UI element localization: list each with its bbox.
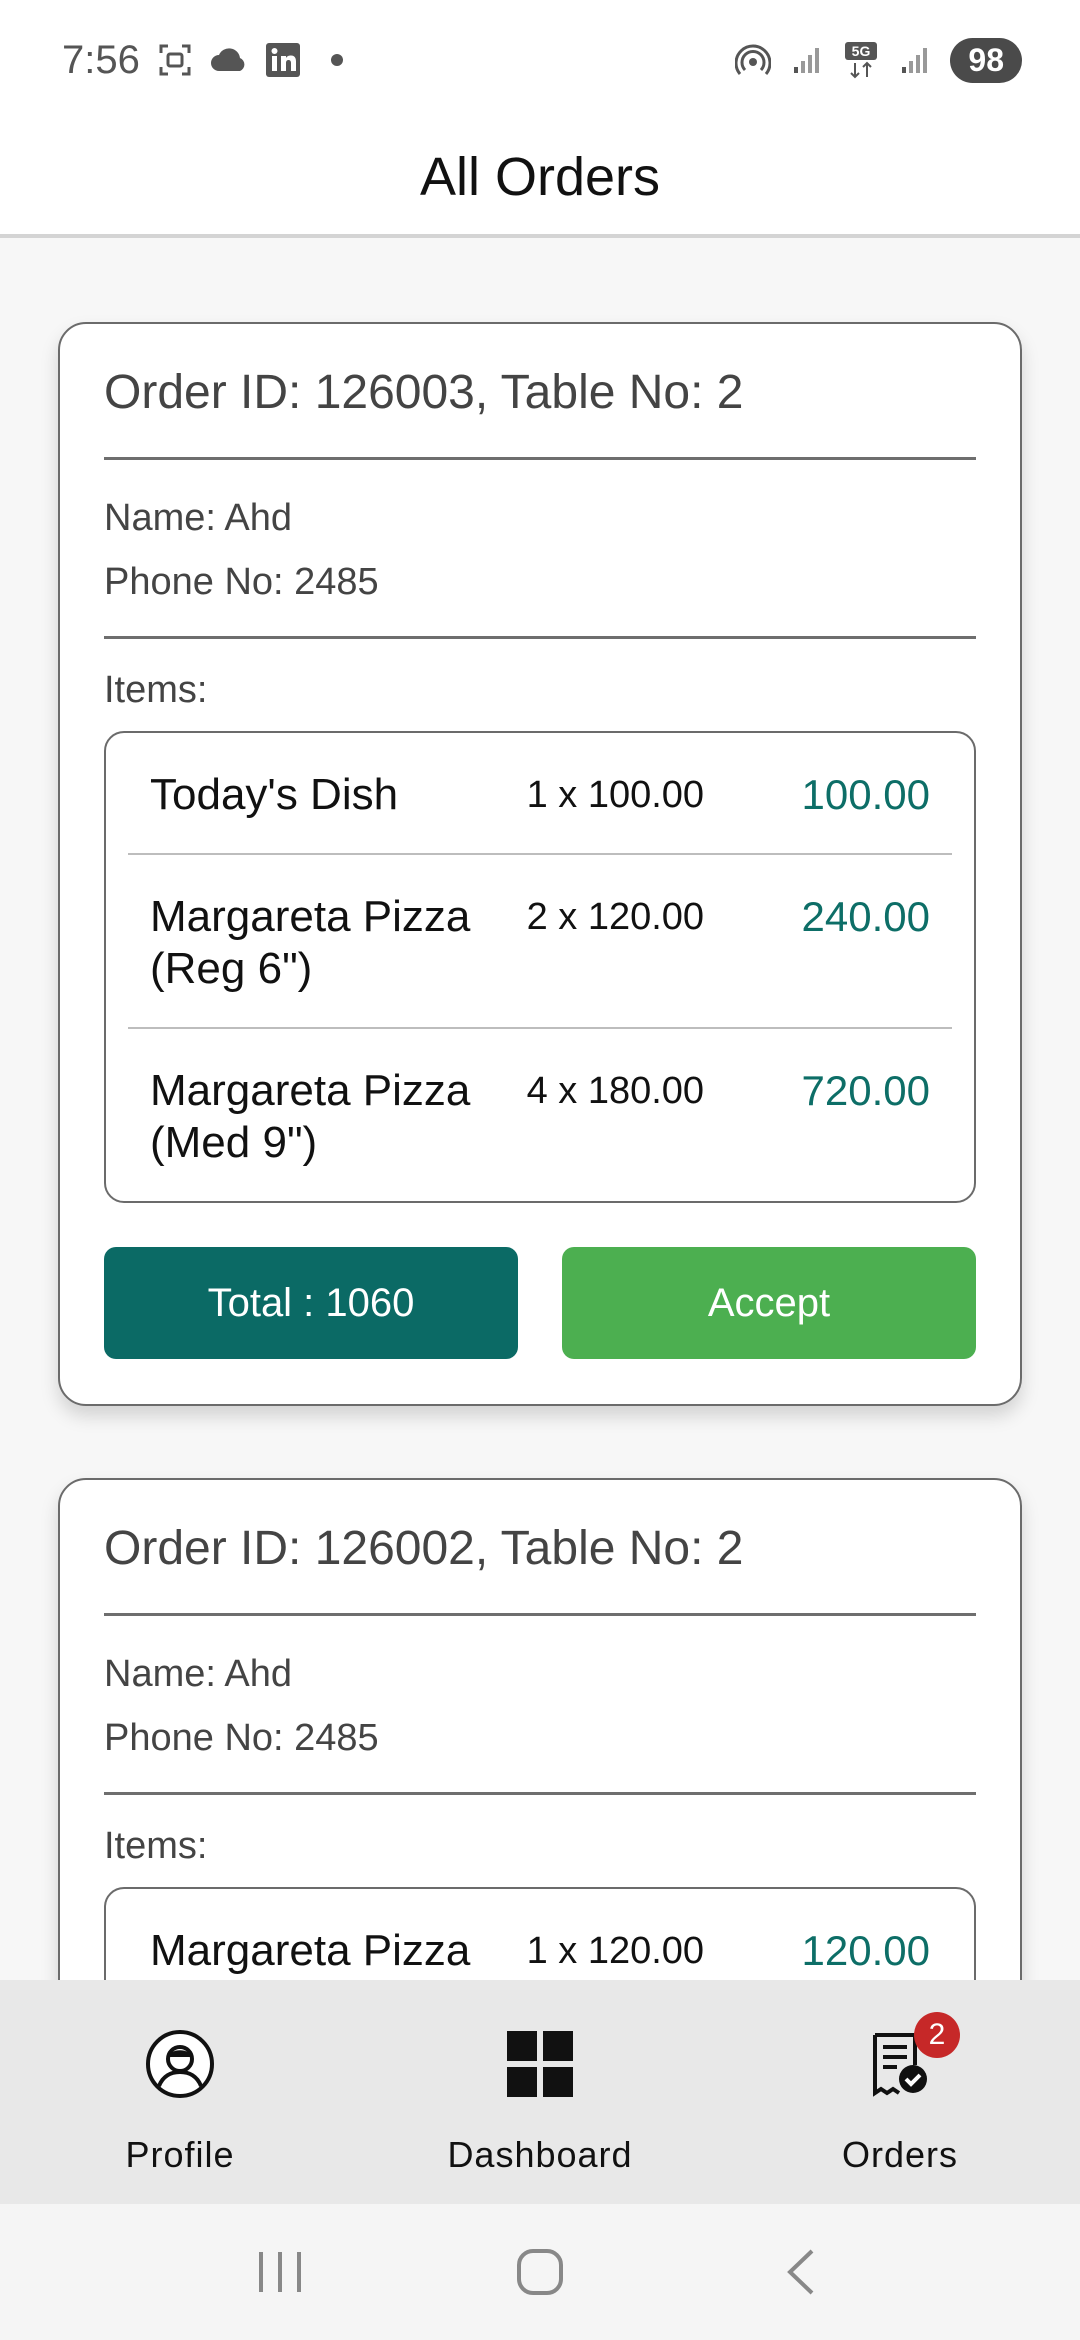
item-quantity: 1 x 120.00 [526,1930,705,1972]
recents-icon [259,2252,301,2292]
item-amount: 100.00 [801,771,930,818]
signal-icon [788,41,826,79]
dashboard-icon [500,2024,580,2104]
nav-orders-label: Orders [841,2134,959,2175]
item-name: Margareta Pizza (Med 9") [150,1066,471,1167]
nav-orders[interactable]: 2 Orders [720,1980,1080,2204]
orders-list[interactable]: Order ID: 126003, Table No: 2 Name: Ahd … [0,242,1080,1980]
order-card: Order ID: 126003, Table No: 2 Name: Ahd … [58,322,1022,1406]
status-time: 7:56 [62,37,140,82]
back-button[interactable] [765,2237,835,2307]
item-row: Margareta Pizza (Reg 6") 2 x 120.00 240.… [128,855,952,1029]
item-name: Margareta Pizza (Reg 6") [150,1926,471,1980]
item-name: Today's Dish [150,770,399,819]
screenshot-icon [156,41,194,79]
battery-level: 98 [950,37,1022,83]
customer-name: Name: Ahd [104,1653,292,1695]
customer-info: Name: Ahd Phone No: 2485 [104,1616,976,1795]
item-amount: 720.00 [801,1067,930,1114]
5g-icon: 5G [842,41,880,79]
item-quantity: 4 x 180.00 [526,1070,705,1112]
nav-profile-label: Profile [125,2134,235,2175]
status-left: 7:56 [62,38,356,83]
items-box: Margareta Pizza (Reg 6") 1 x 120.00 120.… [104,1887,976,1980]
status-bar: 7:56 5G 98 [0,0,1080,120]
home-icon [517,2249,563,2295]
items-label: Items: [104,1825,208,1867]
status-right: 5G 98 [734,37,1022,83]
item-row: Margareta Pizza (Reg 6") 1 x 120.00 120.… [128,1889,952,1980]
customer-phone: Phone No: 2485 [104,561,379,603]
system-nav [0,2204,1080,2340]
svg-text:5G: 5G [852,43,871,59]
customer-name: Name: Ahd [104,497,292,539]
item-row: Margareta Pizza (Med 9") 4 x 180.00 720.… [128,1029,952,1201]
item-name: Margareta Pizza (Reg 6") [150,892,471,993]
items-label: Items: [104,669,208,711]
hotspot-icon [734,41,772,79]
app-header: All Orders [0,120,1080,238]
items-box: Today's Dish 1 x 100.00 100.00 Margareta… [104,731,976,1203]
recents-button[interactable] [245,2237,315,2307]
page-title: All Orders [419,147,661,207]
nav-dashboard-label: Dashboard [447,2134,633,2175]
nav-profile[interactable]: Profile [0,1980,360,2204]
accept-button[interactable]: Accept [562,1247,976,1359]
item-amount: 240.00 [801,893,930,940]
bottom-nav: Profile Dashboard 2 Orders [0,1980,1080,2204]
item-amount: 120.00 [801,1927,930,1974]
customer-phone: Phone No: 2485 [104,1717,379,1759]
nav-dashboard[interactable]: Dashboard [360,1980,720,2204]
orders-badge: 2 [914,2012,960,2058]
order-heading: Order ID: 126002, Table No: 2 [104,1480,976,1616]
customer-info: Name: Ahd Phone No: 2485 [104,460,976,639]
cloud-icon [210,41,248,79]
order-actions: Total : 1060 Accept [104,1247,976,1359]
order-heading: Order ID: 126003, Table No: 2 [104,324,976,460]
home-button[interactable] [505,2237,575,2307]
item-row: Today's Dish 1 x 100.00 100.00 [128,733,952,855]
orders-icon: 2 [860,2012,960,2104]
linkedin-icon [264,41,302,79]
item-quantity: 1 x 100.00 [526,774,705,816]
item-quantity: 2 x 120.00 [526,896,705,938]
profile-icon [140,2024,220,2104]
total-button[interactable]: Total : 1060 [104,1247,518,1359]
order-card: Order ID: 126002, Table No: 2 Name: Ahd … [58,1478,1022,1980]
signal-icon [896,41,934,79]
back-icon [787,2249,814,2295]
dot-icon [318,41,356,79]
